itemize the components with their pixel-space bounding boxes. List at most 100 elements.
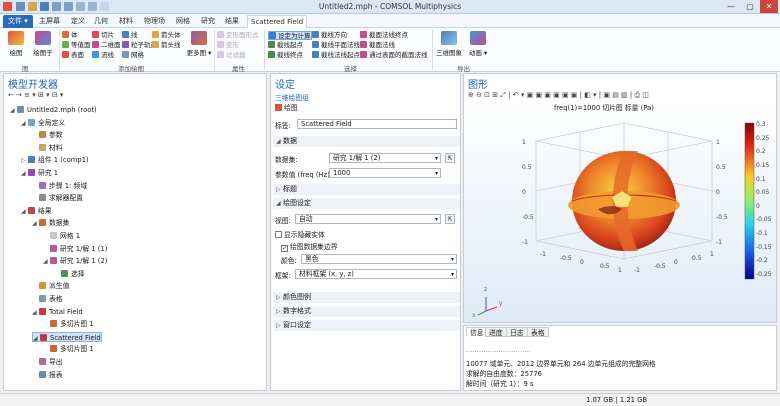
- tree-node[interactable]: 材料: [32, 143, 63, 153]
- add-isosurface-button[interactable]: 等值面: [62, 41, 91, 50]
- maximize-button[interactable]: ▢: [741, 0, 759, 13]
- section-plot-settings[interactable]: ◢ 绘图设定: [273, 198, 460, 209]
- cutline-start-button[interactable]: 截线起点: [268, 41, 303, 50]
- graphics-canvas[interactable]: freq(1)=1000 切片图 标量 (Pa) 0.3 0.25 0.2 0.…: [464, 101, 776, 322]
- 3d-image-button[interactable]: 三维图象: [436, 31, 462, 57]
- section-window-settings[interactable]: ▷ 窗口设定: [273, 320, 460, 331]
- label-field[interactable]: Scattered Field: [297, 119, 457, 129]
- section-title[interactable]: ▷ 标题: [273, 184, 460, 195]
- add-mesh-button[interactable]: 网格: [122, 51, 144, 60]
- filter-button[interactable]: 过滤器: [217, 51, 246, 60]
- section-through-surface-button[interactable]: 通过表面的截面法线: [360, 51, 428, 60]
- tab-log[interactable]: 日志: [506, 327, 528, 337]
- tree-node[interactable]: ◢ Total Field: [32, 307, 83, 317]
- color-select[interactable]: 黑色: [301, 254, 457, 264]
- collapse-arrow-icon[interactable]: ▷: [21, 156, 28, 166]
- model-builder-toolbar[interactable]: ← → ≡ ▾ ⊞ ▾ ⊟ ▾: [8, 91, 63, 99]
- dataset-edges-checkbox[interactable]: ✓ 绘图数据集边界: [281, 241, 338, 252]
- expand-arrow-icon[interactable]: ◢: [43, 257, 50, 267]
- tree-node[interactable]: 选择: [54, 269, 85, 279]
- tree-node[interactable]: 表格: [32, 294, 63, 304]
- frame-caption: 框架:: [275, 272, 291, 280]
- label-caption: 标签:: [275, 122, 291, 130]
- tree-node-label: 参数: [49, 131, 63, 140]
- deformation-form-button[interactable]: 变形面形式: [217, 31, 259, 40]
- tab-physics[interactable]: 物理场: [141, 15, 168, 28]
- add-slice-button[interactable]: 切片: [92, 31, 114, 40]
- tree-node[interactable]: ◢ 数据集: [32, 218, 69, 228]
- tree-node[interactable]: ▷ 组件 1 (comp1): [21, 155, 89, 165]
- cutline-direction-button[interactable]: 截线方向: [312, 31, 347, 40]
- cutline-plane-normal-button[interactable]: 截线平面法线: [312, 41, 360, 50]
- tree-node[interactable]: 多切片图 1: [43, 319, 94, 329]
- tree-node[interactable]: 求解器配置: [32, 193, 83, 203]
- tree-node[interactable]: 研究 1/解 1 (1): [43, 244, 107, 254]
- expand-arrow-icon[interactable]: ◢: [33, 334, 40, 344]
- close-button[interactable]: ✕: [760, 0, 778, 13]
- add-volume-button[interactable]: 体: [62, 31, 78, 40]
- tree-node[interactable]: 报表: [32, 370, 63, 380]
- tree-node[interactable]: ◢ 结果: [21, 206, 52, 216]
- add-arrow-line-button[interactable]: 箭头线: [152, 41, 181, 50]
- add-isosurface-label: 等值面: [71, 41, 91, 49]
- tab-mesh[interactable]: 网格: [173, 15, 193, 28]
- animation-button[interactable]: 动画 ▾: [465, 31, 491, 57]
- deformation-button[interactable]: 变形: [217, 41, 239, 50]
- add-surface-button[interactable]: 表面: [62, 51, 84, 60]
- tree-node[interactable]: ◢ Untitled2.mph (root): [10, 105, 97, 115]
- section-normal-end-button[interactable]: 截面法线终点: [360, 31, 408, 40]
- minimize-button[interactable]: —: [722, 0, 740, 13]
- section-data[interactable]: ◢ 数据: [273, 136, 460, 147]
- more-plots-button[interactable]: 更多图 ▾: [186, 31, 212, 57]
- tree-node[interactable]: 网格 1: [43, 231, 80, 241]
- cutline-plane-normal-label: 截线平面法线: [321, 41, 360, 49]
- section-number-format[interactable]: ▷ 数字格式: [273, 306, 460, 317]
- hide-entities-checkbox[interactable]: 显示隐藏实体: [275, 229, 325, 239]
- tab-definitions[interactable]: 定义: [68, 15, 88, 28]
- tree-node[interactable]: 导出: [32, 357, 63, 367]
- plot-link[interactable]: 绘图: [275, 102, 298, 112]
- tree-node[interactable]: ◢ Scattered Field: [32, 331, 102, 344]
- tree-node[interactable]: 多切片图 1: [43, 344, 94, 354]
- graphics-toolbar[interactable]: ⊕ ⊖ ⊡ ⊞ ⤢ | ↶ ▾ ▣ ▣ ▣ ▣ ▣ ▣ | ◧ ▾ | ▣ ▤ …: [468, 91, 649, 100]
- add-2d-surface-button[interactable]: 二维面: [92, 41, 121, 50]
- section-color-legend[interactable]: ▷ 颜色图例: [273, 292, 460, 303]
- add-streamline-button[interactable]: 流线: [92, 51, 114, 60]
- tab-scattered-field[interactable]: Scattered Field: [247, 15, 308, 29]
- axis-tick-label: -0.5: [522, 214, 534, 221]
- set-as-computed-button[interactable]: 设定为计算: [268, 31, 312, 40]
- tab-table[interactable]: 表格: [527, 327, 549, 337]
- tab-home[interactable]: 主屏幕: [36, 15, 63, 28]
- tree-node[interactable]: ◢ 研究 1: [21, 168, 58, 178]
- add-line-button[interactable]: 线: [122, 31, 138, 40]
- frame-select[interactable]: 材料框架 (x, y, z): [295, 269, 457, 279]
- plot-button[interactable]: 绘图: [3, 31, 29, 57]
- expand-arrow-icon[interactable]: ◢: [21, 169, 28, 179]
- expand-arrow-icon[interactable]: ◢: [10, 106, 17, 116]
- cutline-normal-start-button[interactable]: 截线法线起点: [312, 51, 360, 60]
- view-select[interactable]: 自动: [295, 214, 441, 224]
- tree-node[interactable]: 派生值: [32, 281, 69, 291]
- section-normal-button[interactable]: 截面法线: [360, 41, 395, 50]
- dataset-goto-button[interactable]: ⇱: [445, 153, 455, 163]
- tree-node[interactable]: 参数: [32, 130, 63, 140]
- add-arrow-volume-button[interactable]: 箭头体: [152, 31, 181, 40]
- expand-arrow-icon[interactable]: ◢: [32, 308, 39, 318]
- tab-geometry[interactable]: 几何: [91, 15, 111, 28]
- tab-study[interactable]: 研究: [198, 15, 218, 28]
- plot-in-button[interactable]: 绘图于: [30, 31, 56, 57]
- tab-results[interactable]: 结果: [222, 15, 242, 28]
- expand-arrow-icon[interactable]: ◢: [21, 119, 28, 129]
- tab-file[interactable]: 文件 ▾: [3, 15, 33, 28]
- tree-node[interactable]: ◢ 全局定义: [21, 118, 65, 128]
- dataset-select[interactable]: 研究 1/解 1 (2): [329, 153, 441, 163]
- expand-arrow-icon[interactable]: ◢: [21, 207, 28, 217]
- expand-arrow-icon[interactable]: ◢: [32, 219, 39, 229]
- tab-materials[interactable]: 材料: [116, 15, 136, 28]
- cutline-end-button[interactable]: 截线终点: [268, 51, 303, 60]
- tree-node[interactable]: 步骤 1: 频域: [32, 181, 87, 191]
- tab-progress[interactable]: 进度: [485, 327, 507, 337]
- tree-node[interactable]: ◢ 研究 1/解 1 (2): [43, 256, 107, 266]
- param-select[interactable]: 1000: [329, 168, 441, 178]
- view-goto-button[interactable]: ⇱: [445, 214, 455, 224]
